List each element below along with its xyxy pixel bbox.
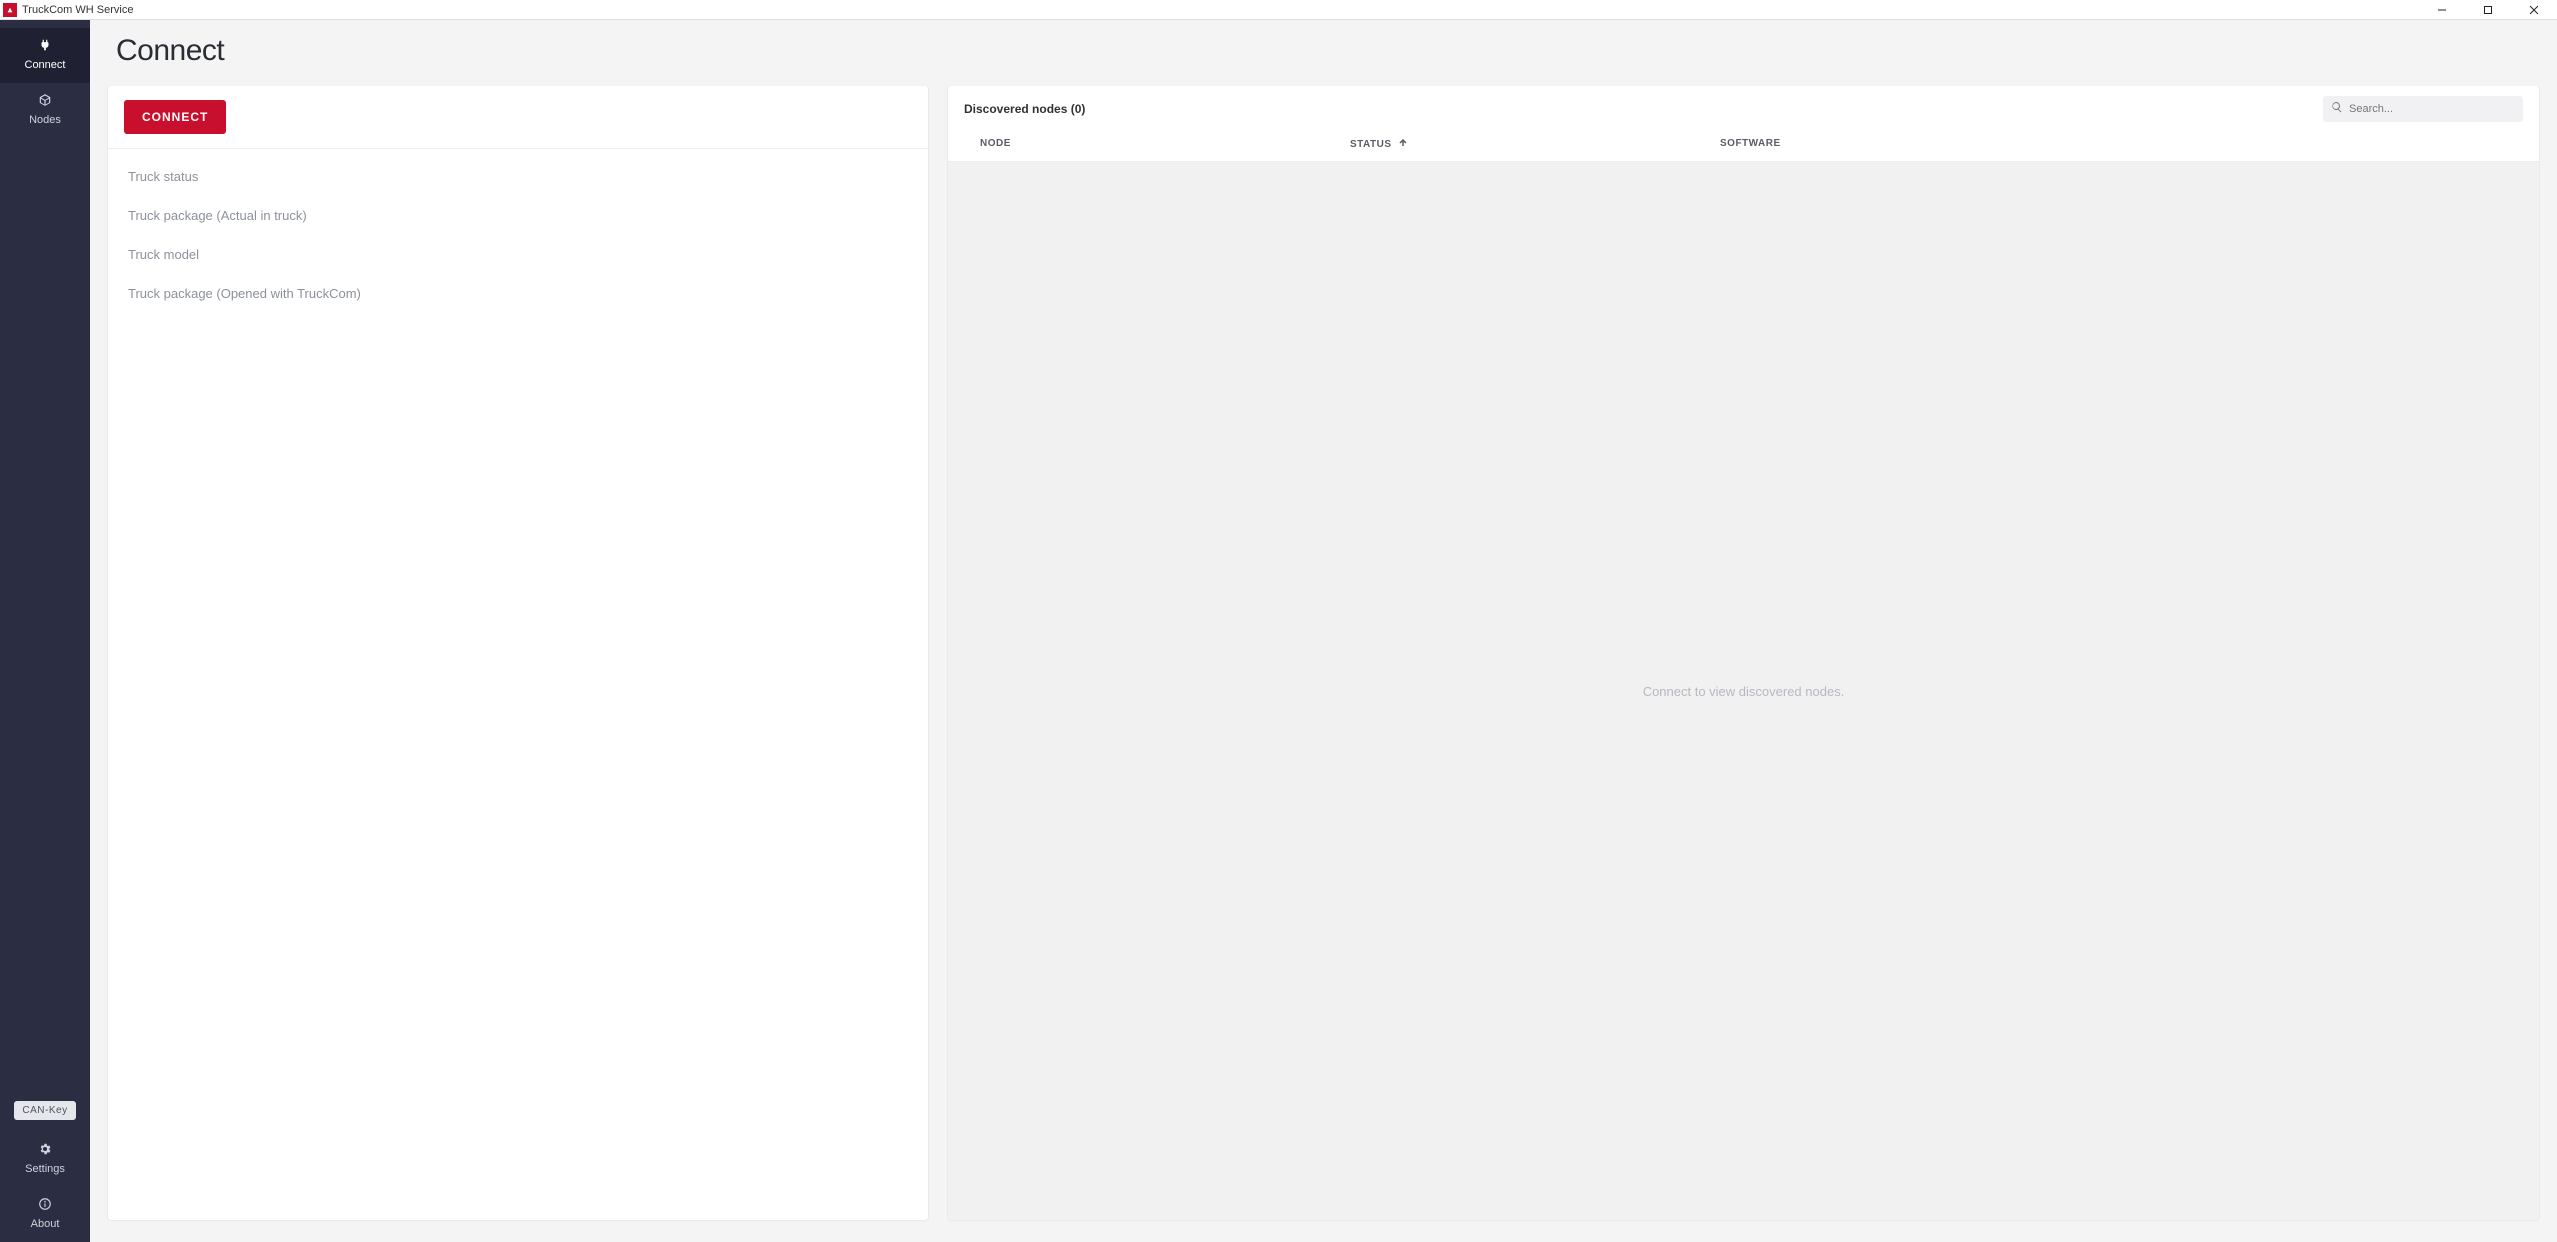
discovered-header: Discovered nodes (0) <box>948 86 2539 130</box>
discovered-panel: Discovered nodes (0) NODE STATUS <box>948 86 2539 1220</box>
search-input[interactable] <box>2349 103 2515 115</box>
plug-icon <box>38 38 52 55</box>
window-title: TruckCom WH Service <box>22 4 133 16</box>
info-item-truck-package-opened: Truck package (Opened with TruckCom) <box>108 274 928 313</box>
info-item-truck-package-actual: Truck package (Actual in truck) <box>108 196 928 235</box>
empty-message: Connect to view discovered nodes. <box>1643 684 1845 699</box>
search-box[interactable] <box>2323 96 2523 122</box>
sidebar-item-label: Nodes <box>29 114 61 126</box>
info-item-truck-model: Truck model <box>108 235 928 274</box>
column-status[interactable]: STATUS <box>1350 138 1720 151</box>
connect-bar: CONNECT <box>108 86 928 149</box>
page-header: Connect <box>90 20 2557 86</box>
can-key-badge[interactable]: CAN-Key <box>14 1101 75 1120</box>
connect-button[interactable]: CONNECT <box>124 100 226 134</box>
sidebar-item-label: Connect <box>25 59 66 71</box>
title-bar: TruckCom WH Service <box>0 0 2557 20</box>
column-software[interactable]: SOFTWARE <box>1720 138 2523 151</box>
info-list: Truck status Truck package (Actual in tr… <box>108 149 928 321</box>
info-item-truck-status: Truck status <box>108 157 928 196</box>
sidebar-item-settings[interactable]: Settings <box>0 1132 90 1187</box>
sort-ascending-icon <box>1398 138 1408 151</box>
table-header: NODE STATUS SOFTWARE <box>948 130 2539 162</box>
sidebar-item-label: About <box>31 1218 60 1230</box>
connect-panel: CONNECT Truck status Truck package (Actu… <box>108 86 928 1220</box>
search-icon <box>2331 100 2349 118</box>
sidebar: Connect Nodes CAN-Key Settings About <box>0 20 90 1242</box>
maximize-button[interactable] <box>2465 0 2511 20</box>
column-node[interactable]: NODE <box>980 138 1350 151</box>
app-icon <box>3 3 17 17</box>
main-area: Connect CONNECT Truck status Truck packa… <box>90 20 2557 1242</box>
empty-state: Connect to view discovered nodes. <box>948 162 2539 1220</box>
column-status-label: STATUS <box>1350 139 1392 150</box>
gear-icon <box>38 1142 52 1159</box>
minimize-button[interactable] <box>2419 0 2465 20</box>
close-button[interactable] <box>2511 0 2557 20</box>
sidebar-item-about[interactable]: About <box>0 1187 90 1242</box>
sidebar-item-nodes[interactable]: Nodes <box>0 83 90 138</box>
sidebar-item-label: Settings <box>25 1163 65 1175</box>
cube-icon <box>38 93 52 110</box>
discovered-title: Discovered nodes (0) <box>964 102 1085 116</box>
page-title: Connect <box>116 34 2531 68</box>
info-icon <box>38 1197 52 1214</box>
window-controls <box>2419 0 2557 20</box>
sidebar-item-connect[interactable]: Connect <box>0 28 90 83</box>
